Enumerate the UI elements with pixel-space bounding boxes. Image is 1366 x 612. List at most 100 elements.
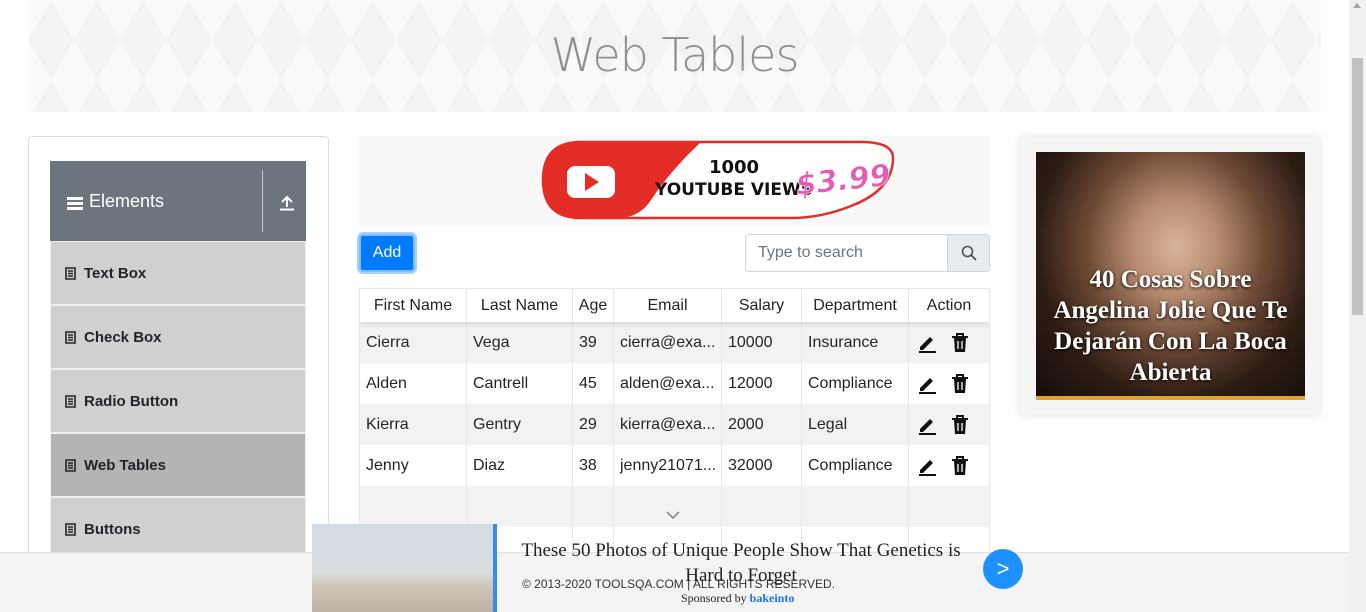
- cell-actions: [909, 363, 989, 404]
- cell-department: Insurance: [802, 322, 909, 363]
- edit-pencil-icon[interactable]: [917, 374, 937, 394]
- edit-pencil-icon[interactable]: [917, 415, 937, 435]
- empty-cell: [614, 486, 722, 527]
- divider: [262, 170, 263, 232]
- edit-pencil-icon[interactable]: [917, 333, 937, 353]
- web-table: First Name Last Name Age Email Salary De…: [359, 288, 990, 558]
- sidebar-menu-list: Text Box Check Box Radio Button Web Tabl…: [50, 241, 306, 561]
- sidebar: Elements Text Box Check Box Radio Button: [28, 136, 329, 612]
- cell-department: Legal: [802, 404, 909, 445]
- sidebar-item-label: Buttons: [84, 520, 141, 538]
- cell-salary: 12000: [722, 363, 802, 404]
- cell-last-name: Vega: [467, 322, 573, 363]
- document-icon: [65, 266, 76, 280]
- search-button[interactable]: [947, 235, 989, 271]
- sidebar-item-label: Check Box: [84, 328, 162, 346]
- table-row: Kierra Gentry 29 kierra@exa... 2000 Lega…: [360, 404, 989, 445]
- page: Web Tables Elements Text Box Check Box R…: [0, 0, 1366, 612]
- collapse-up-icon[interactable]: [278, 195, 296, 211]
- delete-trash-icon[interactable]: [951, 414, 969, 435]
- cell-age: 29: [573, 404, 614, 445]
- sidebar-item-label: Text Box: [84, 264, 147, 282]
- add-record-button[interactable]: Add: [359, 234, 415, 272]
- sidebar-item-label: Web Tables: [84, 456, 166, 474]
- empty-cell: [722, 486, 802, 527]
- column-header[interactable]: Salary: [722, 289, 802, 322]
- scroll-up-arrow-icon[interactable]: [1353, 3, 1361, 8]
- cell-email: cierra@exa...: [614, 322, 722, 363]
- document-icon: [65, 458, 76, 472]
- cell-age: 45: [573, 363, 614, 404]
- search-icon: [961, 245, 977, 261]
- cell-last-name: Cantrell: [467, 363, 573, 404]
- sidebar-item-radio-button[interactable]: Radio Button: [50, 369, 306, 433]
- document-icon: [65, 522, 76, 536]
- elements-group-header[interactable]: Elements: [50, 161, 306, 241]
- empty-cell: [360, 486, 467, 527]
- delete-trash-icon[interactable]: [951, 373, 969, 394]
- ad-bottom-photo: [312, 524, 493, 612]
- cell-department: Compliance: [802, 363, 909, 404]
- document-icon: [65, 330, 76, 344]
- sponsor-name[interactable]: bakeinto: [750, 591, 795, 605]
- edit-pencil-icon[interactable]: [917, 456, 937, 476]
- ad-next-button[interactable]: >: [983, 549, 1023, 589]
- sidebar-item-text-box[interactable]: Text Box: [50, 241, 306, 305]
- search-input[interactable]: Type to search: [746, 235, 947, 271]
- ad-side-headline: 40 Cosas Sobre Angelina Jolie Que Te Dej…: [1053, 266, 1288, 386]
- cell-salary: 10000: [722, 322, 802, 363]
- ad-sponsor-line: Sponsored by bakeinto: [681, 591, 794, 606]
- vertical-scrollbar[interactable]: [1349, 0, 1366, 612]
- cell-email: alden@exa...: [614, 363, 722, 404]
- column-header[interactable]: Last Name: [467, 289, 573, 322]
- column-header[interactable]: Age: [573, 289, 614, 322]
- ad-accent-bar: [493, 524, 497, 612]
- table-row: Cierra Vega 39 cierra@exa... 10000 Insur…: [360, 322, 989, 363]
- table-row: Jenny Diaz 38 jenny21071... 32000 Compli…: [360, 445, 989, 486]
- ad-bottom-sticky[interactable]: These 50 Photos of Unique People Show Th…: [312, 524, 1023, 612]
- cell-actions: [909, 322, 989, 363]
- column-header[interactable]: Email: [614, 289, 722, 322]
- chevron-down-icon[interactable]: [666, 511, 680, 519]
- scrollbar-thumb[interactable]: [1352, 58, 1363, 315]
- ad-side[interactable]: 40 Cosas Sobre Angelina Jolie Que Te Dej…: [1020, 137, 1320, 415]
- header-banner: Web Tables: [28, 0, 1321, 112]
- ad-bottom-headline[interactable]: These 50 Photos of Unique People Show Th…: [508, 538, 974, 588]
- ad-photo: 40 Cosas Sobre Angelina Jolie Que Te Dej…: [1036, 152, 1305, 400]
- cell-first-name: Cierra: [360, 322, 467, 363]
- ad-count: 1000: [709, 157, 759, 178]
- youtube-views-ad-graphic: 1000 YOUTUBE VIEWS $3.99: [541, 140, 895, 220]
- cell-salary: 32000: [722, 445, 802, 486]
- ad-banner-top[interactable]: 1000 YOUTUBE VIEWS $3.99: [359, 136, 990, 226]
- empty-cell: [909, 486, 989, 527]
- cell-email: jenny21071...: [614, 445, 722, 486]
- cell-last-name: Gentry: [467, 404, 573, 445]
- page-title: Web Tables: [550, 28, 800, 82]
- column-header[interactable]: First Name: [360, 289, 467, 322]
- delete-trash-icon[interactable]: [951, 332, 969, 353]
- empty-cell: [573, 486, 614, 527]
- cell-first-name: Alden: [360, 363, 467, 404]
- delete-trash-icon[interactable]: [951, 455, 969, 476]
- cell-actions: [909, 445, 989, 486]
- table-row-empty: [360, 486, 989, 527]
- sidebar-item-web-tables[interactable]: Web Tables: [50, 433, 306, 497]
- ad-label: YOUTUBE VIEWS: [654, 180, 813, 200]
- cell-email: kierra@exa...: [614, 404, 722, 445]
- column-header[interactable]: Department: [802, 289, 909, 322]
- sidebar-item-label: Radio Button: [84, 392, 179, 410]
- search-box: Type to search: [745, 234, 990, 272]
- hamburger-icon: [67, 196, 83, 210]
- cell-department: Compliance: [802, 445, 909, 486]
- sidebar-item-check-box[interactable]: Check Box: [50, 305, 306, 369]
- cell-salary: 2000: [722, 404, 802, 445]
- table-header-row: First Name Last Name Age Email Salary De…: [360, 289, 989, 322]
- cell-first-name: Jenny: [360, 445, 467, 486]
- cell-age: 39: [573, 322, 614, 363]
- empty-cell: [802, 486, 909, 527]
- table-row: Alden Cantrell 45 alden@exa... 12000 Com…: [360, 363, 989, 404]
- cell-first-name: Kierra: [360, 404, 467, 445]
- cell-actions: [909, 404, 989, 445]
- empty-cell: [467, 486, 573, 527]
- cell-age: 38: [573, 445, 614, 486]
